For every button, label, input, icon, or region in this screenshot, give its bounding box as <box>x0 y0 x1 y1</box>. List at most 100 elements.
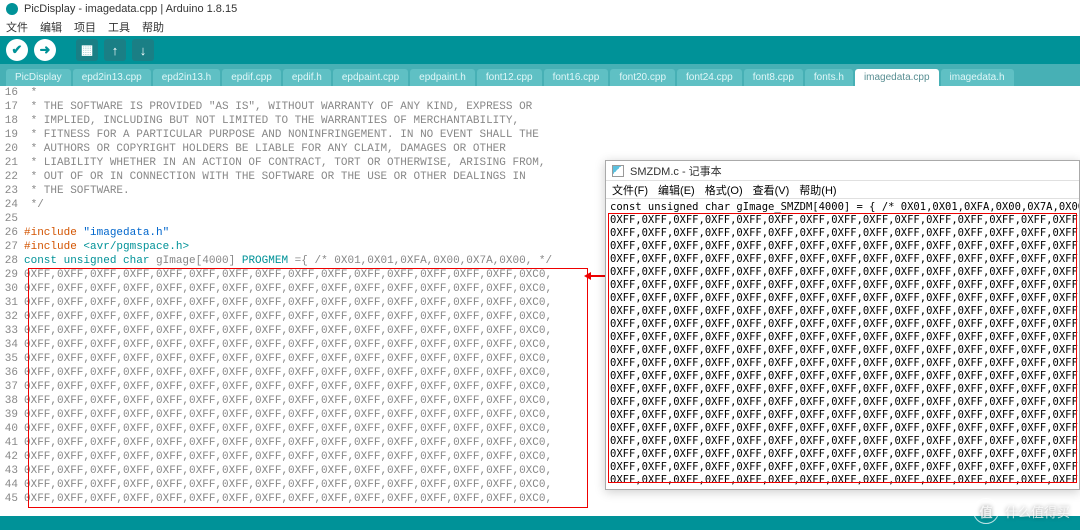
menu-sketch[interactable]: 项目 <box>74 19 96 35</box>
toolbar: ✔ ➜ ▦ ↑ ↓ <box>0 36 1080 64</box>
code-text[interactable]: * LIABILITY WHETHER IN AN ACTION OF CONT… <box>24 156 546 170</box>
np-menu-file[interactable]: 文件(F) <box>612 182 648 198</box>
code-text[interactable]: 0XFF,0XFF,0XFF,0XFF,0XFF,0XFF,0XFF,0XFF,… <box>24 310 552 324</box>
line-number: 22 <box>0 170 24 184</box>
menu-bar: 文件 编辑 项目 工具 帮助 <box>0 18 1080 36</box>
line-number: 28 <box>0 254 24 268</box>
code-text[interactable]: 0XFF,0XFF,0XFF,0XFF,0XFF,0XFF,0XFF,0XFF,… <box>24 478 552 492</box>
line-number: 32 <box>0 310 24 324</box>
np-menu-view[interactable]: 查看(V) <box>753 182 790 198</box>
code-text[interactable]: 0XFF,0XFF,0XFF,0XFF,0XFF,0XFF,0XFF,0XFF,… <box>24 380 552 394</box>
tab-epdpaint-cpp[interactable]: epdpaint.cpp <box>333 69 408 86</box>
tab-imagedata-cpp[interactable]: imagedata.cpp <box>855 69 939 86</box>
tab-epd2in13-cpp[interactable]: epd2in13.cpp <box>73 69 151 86</box>
code-text[interactable]: const unsigned char gImage[4000] PROGMEM… <box>24 254 552 268</box>
code-text[interactable]: 0XFF,0XFF,0XFF,0XFF,0XFF,0XFF,0XFF,0XFF,… <box>24 324 552 338</box>
line-number: 36 <box>0 366 24 380</box>
status-bar <box>0 516 1080 530</box>
np-menu-format[interactable]: 格式(O) <box>705 182 743 198</box>
code-text[interactable]: 0XFF,0XFF,0XFF,0XFF,0XFF,0XFF,0XFF,0XFF,… <box>24 492 552 506</box>
tab-epdif-h[interactable]: epdif.h <box>283 69 331 86</box>
code-text[interactable]: * FITNESS FOR A PARTICULAR PURPOSE AND N… <box>24 128 539 142</box>
code-text[interactable]: 0XFF,0XFF,0XFF,0XFF,0XFF,0XFF,0XFF,0XFF,… <box>24 422 552 436</box>
code-text[interactable]: */ <box>24 198 44 212</box>
line-number: 17 <box>0 100 24 114</box>
window-titlebar: PicDisplay - imagedata.cpp | Arduino 1.8… <box>0 0 1080 18</box>
notepad-icon <box>612 165 624 177</box>
code-text[interactable]: 0XFF,0XFF,0XFF,0XFF,0XFF,0XFF,0XFF,0XFF,… <box>24 450 552 464</box>
code-line[interactable]: 16 * <box>0 86 1080 100</box>
tab-font12-cpp[interactable]: font12.cpp <box>477 69 542 86</box>
line-number: 40 <box>0 422 24 436</box>
code-line[interactable]: 17 * THE SOFTWARE IS PROVIDED "AS IS", W… <box>0 100 1080 114</box>
line-number: 37 <box>0 380 24 394</box>
code-text[interactable]: 0XFF,0XFF,0XFF,0XFF,0XFF,0XFF,0XFF,0XFF,… <box>24 338 552 352</box>
menu-tools[interactable]: 工具 <box>108 19 130 35</box>
menu-file[interactable]: 文件 <box>6 19 28 35</box>
new-button[interactable]: ▦ <box>76 39 98 61</box>
upload-button[interactable]: ➜ <box>34 39 56 61</box>
line-number: 23 <box>0 184 24 198</box>
code-text[interactable]: #include <avr/pgmspace.h> <box>24 240 189 254</box>
line-number: 19 <box>0 128 24 142</box>
tab-fonts-h[interactable]: fonts.h <box>805 69 853 86</box>
tab-epdif-cpp[interactable]: epdif.cpp <box>222 69 281 86</box>
watermark: 值 什么值得买 <box>973 498 1070 524</box>
np-menu-help[interactable]: 帮助(H) <box>799 182 836 198</box>
code-text[interactable]: 0XFF,0XFF,0XFF,0XFF,0XFF,0XFF,0XFF,0XFF,… <box>24 296 552 310</box>
notepad-titlebar: SMZDM.c - 记事本 <box>606 161 1079 181</box>
line-number: 20 <box>0 142 24 156</box>
line-number: 18 <box>0 114 24 128</box>
np-menu-edit[interactable]: 编辑(E) <box>658 182 695 198</box>
line-number: 42 <box>0 450 24 464</box>
tab-font16-cpp[interactable]: font16.cpp <box>544 69 609 86</box>
tab-font24-cpp[interactable]: font24.cpp <box>677 69 742 86</box>
code-text[interactable]: * THE SOFTWARE IS PROVIDED "AS IS", WITH… <box>24 100 532 114</box>
menu-edit[interactable]: 编辑 <box>40 19 62 35</box>
code-text[interactable]: 0XFF,0XFF,0XFF,0XFF,0XFF,0XFF,0XFF,0XFF,… <box>24 366 552 380</box>
line-number: 41 <box>0 436 24 450</box>
code-text[interactable]: #include "imagedata.h" <box>24 226 169 240</box>
code-text[interactable]: 0XFF,0XFF,0XFF,0XFF,0XFF,0XFF,0XFF,0XFF,… <box>24 282 552 296</box>
arduino-icon <box>6 3 18 15</box>
tab-epdpaint-h[interactable]: epdpaint.h <box>410 69 475 86</box>
line-number: 16 <box>0 86 24 100</box>
code-text[interactable]: * OUT OF OR IN CONNECTION WITH THE SOFTW… <box>24 170 526 184</box>
tab-font8-cpp[interactable]: font8.cpp <box>744 69 803 86</box>
code-text[interactable]: 0XFF,0XFF,0XFF,0XFF,0XFF,0XFF,0XFF,0XFF,… <box>24 352 552 366</box>
code-text[interactable]: 0XFF,0XFF,0XFF,0XFF,0XFF,0XFF,0XFF,0XFF,… <box>24 464 552 478</box>
tab-PicDisplay[interactable]: PicDisplay <box>6 69 71 86</box>
code-text[interactable]: 0XFF,0XFF,0XFF,0XFF,0XFF,0XFF,0XFF,0XFF,… <box>24 268 552 282</box>
tab-font20-cpp[interactable]: font20.cpp <box>610 69 675 86</box>
code-line[interactable]: 450XFF,0XFF,0XFF,0XFF,0XFF,0XFF,0XFF,0XF… <box>0 492 1080 506</box>
window-title: PicDisplay - imagedata.cpp | Arduino 1.8… <box>24 3 237 15</box>
line-number: 30 <box>0 282 24 296</box>
line-number: 38 <box>0 394 24 408</box>
menu-help[interactable]: 帮助 <box>142 19 164 35</box>
watermark-icon: 值 <box>973 498 999 524</box>
tab-epd2in13-h[interactable]: epd2in13.h <box>153 69 221 86</box>
line-number: 45 <box>0 492 24 506</box>
code-text[interactable]: * IMPLIED, INCLUDING BUT NOT LIMITED TO … <box>24 114 519 128</box>
line-number: 33 <box>0 324 24 338</box>
verify-button[interactable]: ✔ <box>6 39 28 61</box>
line-number: 26 <box>0 226 24 240</box>
open-button[interactable]: ↑ <box>104 39 126 61</box>
code-text[interactable]: * <box>24 86 37 100</box>
watermark-text: 什么值得买 <box>1005 502 1070 521</box>
code-text[interactable]: * AUTHORS OR COPYRIGHT HOLDERS BE LIABLE… <box>24 142 506 156</box>
line-number: 35 <box>0 352 24 366</box>
save-button[interactable]: ↓ <box>132 39 154 61</box>
code-text[interactable]: 0XFF,0XFF,0XFF,0XFF,0XFF,0XFF,0XFF,0XFF,… <box>24 436 552 450</box>
line-number: 31 <box>0 296 24 310</box>
notepad-body[interactable]: const unsigned char gImage_SMZDM[4000] =… <box>606 199 1079 489</box>
code-text[interactable]: 0XFF,0XFF,0XFF,0XFF,0XFF,0XFF,0XFF,0XFF,… <box>24 408 552 422</box>
code-line[interactable]: 19 * FITNESS FOR A PARTICULAR PURPOSE AN… <box>0 128 1080 142</box>
code-text[interactable]: * THE SOFTWARE. <box>24 184 130 198</box>
notepad-window[interactable]: SMZDM.c - 记事本 文件(F) 编辑(E) 格式(O) 查看(V) 帮助… <box>605 160 1080 490</box>
code-line[interactable]: 18 * IMPLIED, INCLUDING BUT NOT LIMITED … <box>0 114 1080 128</box>
tab-imagedata-h[interactable]: imagedata.h <box>941 69 1014 86</box>
code-line[interactable]: 20 * AUTHORS OR COPYRIGHT HOLDERS BE LIA… <box>0 142 1080 156</box>
code-text[interactable]: 0XFF,0XFF,0XFF,0XFF,0XFF,0XFF,0XFF,0XFF,… <box>24 394 552 408</box>
line-number: 29 <box>0 268 24 282</box>
